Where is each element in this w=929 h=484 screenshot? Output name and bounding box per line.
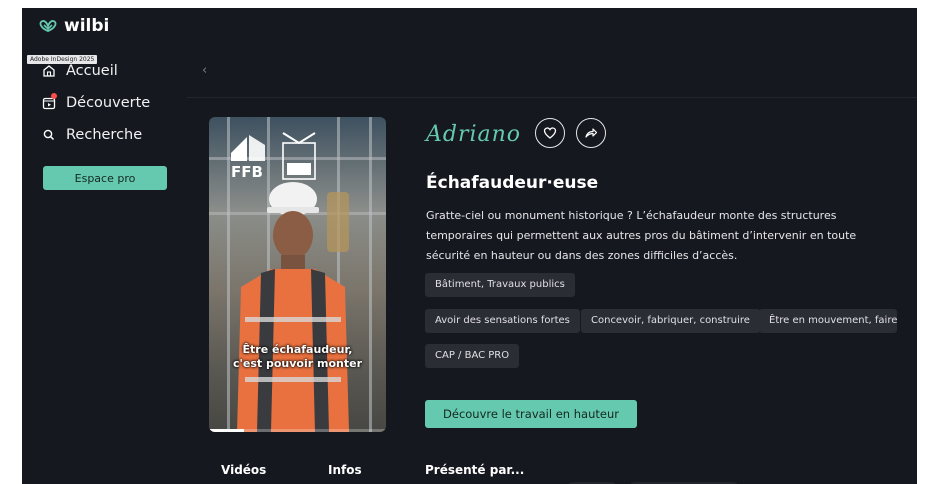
sector-tag[interactable]: Bâtiment, Travaux publics [425, 273, 575, 297]
favorite-button[interactable] [535, 118, 565, 148]
video-player[interactable]: FFB Être échafaudeur, c'est pouvoir mont… [209, 117, 386, 432]
heart-icon [543, 127, 557, 139]
logo-text: wilbi [64, 16, 110, 36]
signature: Adriano [426, 122, 522, 147]
sidebar-item-label: Découverte [66, 95, 151, 111]
job-description: Gratte-ciel ou monument historique ? L’é… [426, 209, 857, 262]
home-icon [42, 64, 56, 78]
video-caption-line: Être échafaudeur, [242, 343, 353, 356]
discover-cta-button[interactable]: Découvre le travail en hauteur [425, 400, 637, 428]
scaffold-pole [369, 117, 372, 432]
sidebar-item-decouverte[interactable]: Découverte [42, 93, 151, 111]
worker-figure [237, 182, 349, 432]
tab-presented-by[interactable]: Présenté par... [425, 463, 524, 477]
share-arrow-icon [585, 128, 598, 138]
video-caption-line: c'est pouvoir monter [233, 357, 362, 370]
play-square-icon [42, 93, 57, 110]
sidebar-item-label: Accueil [66, 63, 118, 79]
ffb-logo-icon: FFB [231, 132, 316, 181]
tab-infos[interactable]: Infos [328, 463, 362, 477]
sidebar: wilbi [22, 8, 187, 484]
video-progress-bar[interactable] [209, 429, 386, 432]
espace-pro-button[interactable]: Espace pro [43, 166, 167, 190]
back-chevron-icon[interactable]: ‹ [202, 63, 207, 78]
sidebar-item-recherche[interactable]: Recherche [42, 127, 142, 143]
sidebar-item-label: Recherche [66, 127, 143, 143]
trait-tag[interactable]: Concevoir, fabriquer, construire [581, 309, 760, 333]
divider [187, 97, 917, 98]
video-progress-fill [209, 429, 245, 432]
wilbi-logo-icon [39, 20, 57, 32]
notification-dot [51, 93, 57, 99]
search-icon [42, 128, 56, 142]
sidebar-item-accueil[interactable]: Accueil [42, 63, 118, 79]
app-window: wilbi Adobe InDesign 2025 Accueil Découv… [22, 8, 917, 484]
diploma-tag[interactable]: CAP / BAC PRO [425, 344, 520, 368]
video-caption: Être échafaudeur, c'est pouvoir monter [209, 343, 386, 371]
share-button[interactable] [576, 118, 606, 148]
trait-tag[interactable]: Être en mouvement, faire c [759, 309, 897, 333]
job-title: Échafaudeur·euse [426, 173, 599, 193]
trait-tag[interactable]: Avoir des sensations fortes [425, 309, 580, 333]
tab-videos[interactable]: Vidéos [221, 463, 266, 477]
wilbi-logo[interactable]: wilbi [38, 16, 109, 36]
